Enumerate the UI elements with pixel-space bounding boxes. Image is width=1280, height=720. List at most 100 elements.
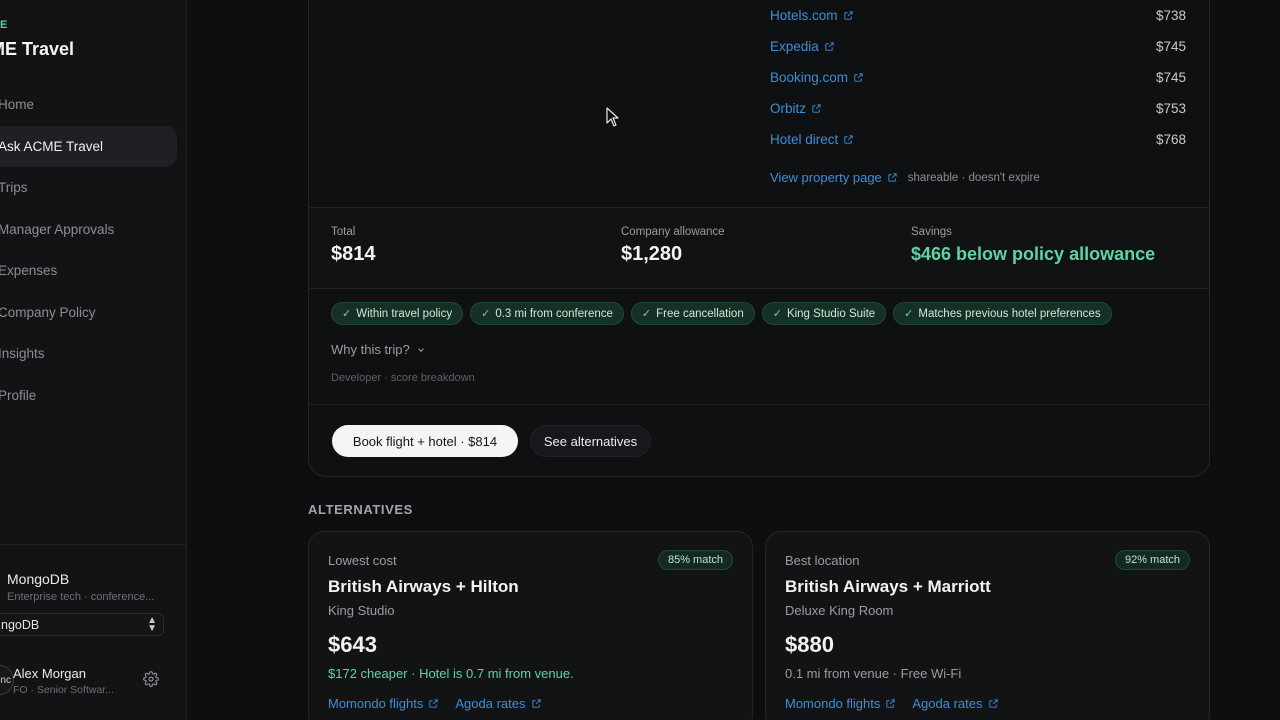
rate-price: $738 [1155,8,1186,23]
external-link-icon [531,699,541,708]
sidebar-item-expenses[interactable]: Expenses [0,250,186,292]
trip-highlights: ✓ Within travel policy ✓ 0.3 mi from confe… [331,302,1112,325]
check-icon: ✓ [342,308,352,320]
allowance-label: Company allowance [621,226,725,238]
alternative-price: $880 [785,632,834,657]
sidebar-item-trips[interactable]: Trips [0,167,186,209]
rate-provider-label: Orbitz [770,101,807,116]
sidebar-item-ask-acme-travel[interactable]: Ask ACME Travel [0,125,177,167]
check-icon: ✓ [772,308,782,320]
rate-price: $768 [1155,132,1186,147]
sidebar-item-profile[interactable]: Profile [0,375,186,417]
rate-row: Hotels.com $738 [770,8,1190,39]
link-label: Momondo flights [785,696,881,711]
external-link-icon [429,699,439,708]
external-link-icon [844,135,853,144]
sidebar-item-label: Expenses [0,263,58,279]
external-link-icon [854,73,863,82]
alternative-links: Momondo flights Agoda rates [328,696,542,711]
rate-provider-link[interactable]: Orbitz [770,101,822,116]
developer-score-breakdown[interactable]: Developer · score breakdown [331,372,475,384]
total-label: Total [331,226,356,238]
momondo-flights-link[interactable]: Momondo flights [328,696,439,711]
chip-label: Matches previous hotel preferences [918,307,1101,320]
sidebar-item-label: Manager Approvals [0,221,115,237]
user-name: Alex Morgan [13,666,86,681]
highlight-chip: ✓ Matches previous hotel preferences [893,302,1112,325]
sidebar-item-insights[interactable]: Insights [0,333,186,375]
book-flight-hotel-button[interactable]: Book flight + hotel · $814 [332,425,518,457]
link-label: Momondo flights [328,696,424,711]
sidebar-item-label: Profile [0,387,37,403]
highlight-chip: ✓ Within travel policy [331,302,464,325]
mouse-cursor-icon [606,107,619,127]
highlight-chip: ✓ Free cancellation [630,302,755,325]
rate-provider-label: Expedia [770,39,819,54]
alternative-room: King Studio [328,603,395,618]
user-role: FO · Senior Softwar... [13,684,114,696]
gear-icon[interactable] [143,671,159,687]
agoda-rates-link[interactable]: Agoda rates [455,696,541,711]
rate-row: Orbitz $753 [770,101,1190,132]
alternative-room: Deluxe King Room [785,603,894,618]
org-name: MongoDB [7,571,70,587]
rate-price: $745 [1155,70,1186,85]
sidebar-item-label: Ask ACME Travel [0,138,104,154]
view-property-row: View property page shareable · doesn't e… [770,170,1040,185]
alternative-title: British Airways + Hilton [328,577,519,596]
sidebar-item-company-policy[interactable]: Company Policy [0,292,186,334]
alternative-description: $172 cheaper · Hotel is 0.7 mi from venu… [328,666,574,681]
rate-row: Hotel direct $768 [770,132,1190,163]
chip-label: King Studio Suite [786,307,876,320]
highlight-chip: ✓ King Studio Suite [761,302,887,325]
avatar[interactable]: enc [0,665,14,695]
external-link-icon [812,104,821,113]
external-link-icon [988,699,998,708]
sidebar-divider [0,544,186,545]
allowance-stat: Company allowance $1,280 [621,226,725,266]
link-label: Agoda rates [455,696,526,711]
match-badge: 92% match [1114,550,1190,570]
view-property-label: View property page [770,170,882,185]
chip-label: Within travel policy [356,307,453,320]
alternative-title: British Airways + Marriott [785,577,991,596]
why-this-trip-label: Why this trip? [331,342,410,357]
hotel-rates-list: Hotels.com $738 Expedia $745 Booking.com… [770,8,1190,163]
see-alternatives-button[interactable]: See alternatives [530,425,651,457]
savings-label: Savings [911,226,952,238]
alternative-price: $643 [328,632,377,657]
rate-provider-link[interactable]: Hotels.com [770,8,854,23]
chip-label: Free cancellation [656,307,744,320]
org-select-value: ngoDB [1,617,40,632]
alternative-links: Momondo flights Agoda rates [785,696,999,711]
agoda-rates-link[interactable]: Agoda rates [912,696,998,711]
section-divider [309,404,1209,405]
match-badge: 85% match [657,550,733,570]
savings-stat: Savings $466 below policy allowance [911,226,1155,265]
sidebar: E ME Travel Home Ask ACME Travel Trips M… [0,0,187,720]
sidebar-item-label: Company Policy [0,304,96,320]
rate-provider-link[interactable]: Booking.com [770,70,864,85]
org-subtitle: Enterprise tech · conference... [7,591,155,603]
rate-price: $745 [1155,39,1186,54]
rate-provider-label: Booking.com [770,70,849,85]
chevron-up-down-icon: ▲ ▼ [147,615,157,634]
external-link-icon [825,42,834,51]
alternative-card[interactable]: Best location 92% match British Airways … [765,531,1210,720]
sidebar-item-manager-approvals[interactable]: Manager Approvals [0,209,186,251]
brand-title[interactable]: ME Travel [0,39,74,60]
sidebar-item-label: Home [0,97,35,113]
sidebar-item-home[interactable]: Home [0,84,186,126]
rate-provider-link[interactable]: Expedia [770,39,835,54]
alternative-card[interactable]: Lowest cost 85% match British Airways + … [308,531,753,720]
rate-provider-link[interactable]: Hotel direct [770,132,854,147]
alternatives-heading: ALTERNATIVES [308,502,413,517]
rate-provider-label: Hotel direct [770,132,839,147]
org-select[interactable]: ngoDB ▲ ▼ [0,613,164,636]
momondo-flights-link[interactable]: Momondo flights [785,696,896,711]
why-this-trip-toggle[interactable]: Why this trip? [331,342,426,357]
view-property-link[interactable]: View property page [770,170,898,185]
rate-row: Expedia $745 [770,39,1190,70]
savings-value: $466 below policy allowance [911,244,1156,264]
view-property-note: shareable · doesn't expire [907,171,1040,184]
